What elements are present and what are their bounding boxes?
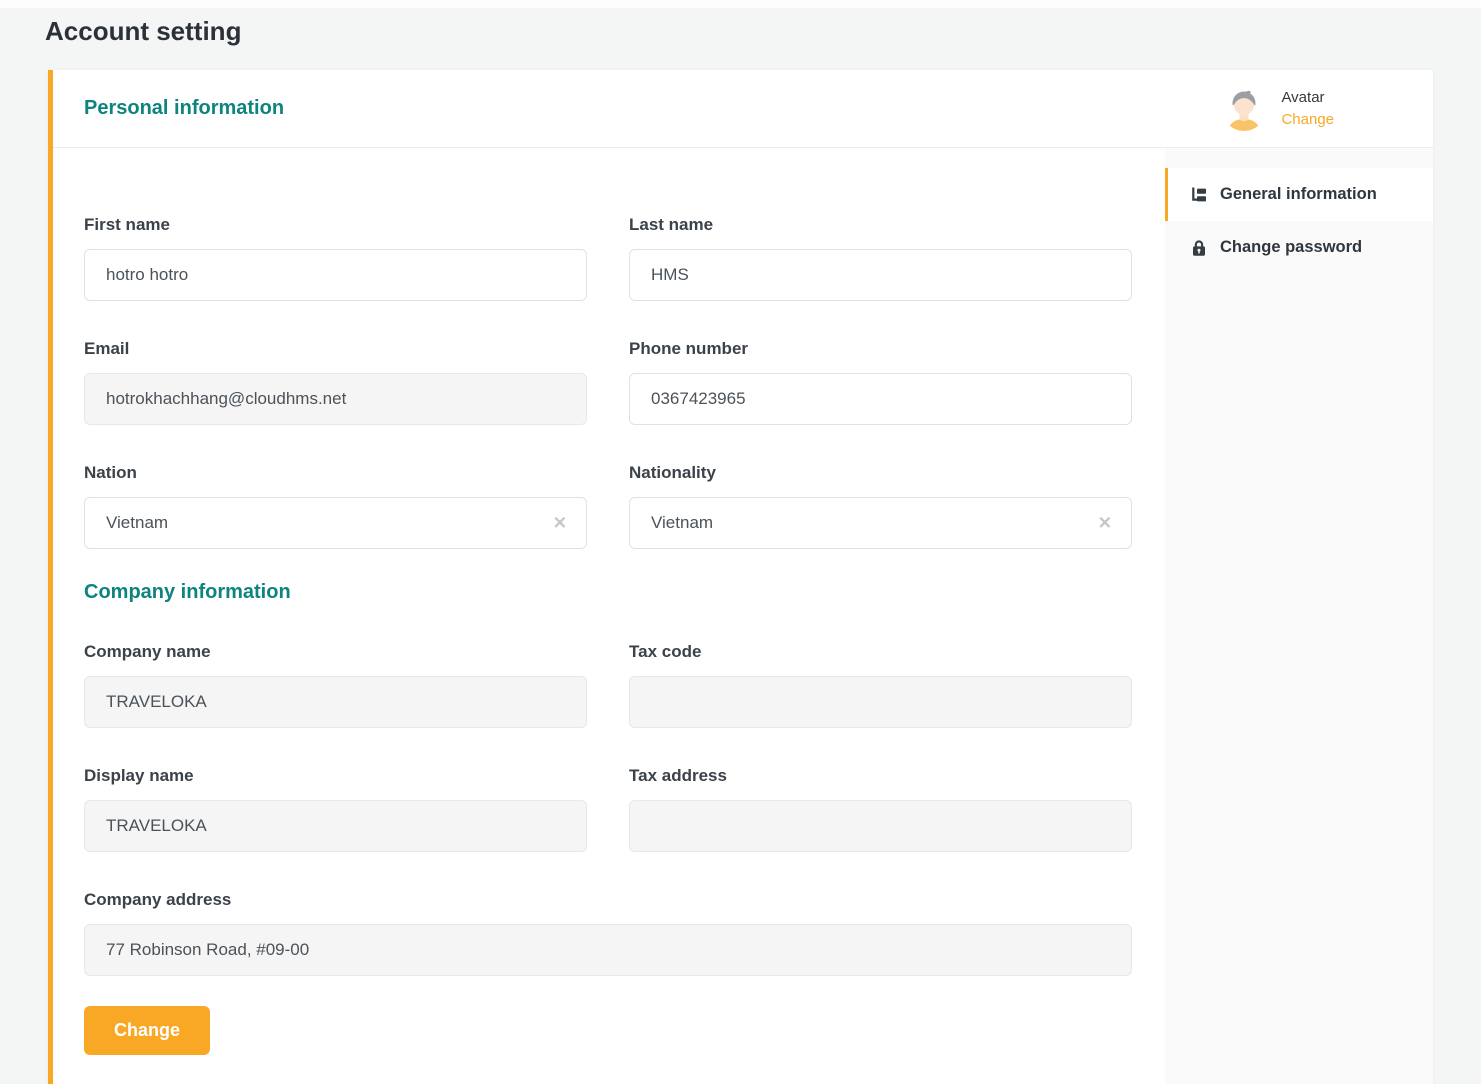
top-strip: [0, 0, 1481, 8]
nav-item-general-information[interactable]: General information: [1165, 168, 1433, 221]
tax-address-input: [629, 800, 1132, 852]
company-address-field-group: Company address: [84, 890, 1132, 976]
avatar-label: Avatar: [1281, 89, 1334, 106]
first-name-label: First name: [84, 215, 587, 235]
phone-label: Phone number: [629, 339, 1132, 359]
first-name-field-group: First name: [84, 215, 587, 301]
company-name-input: [84, 676, 587, 728]
company-address-label: Company address: [84, 890, 1132, 910]
avatar-change-link[interactable]: Change: [1281, 111, 1334, 128]
nation-label: Nation: [84, 463, 587, 483]
company-name-label: Company name: [84, 642, 587, 662]
last-name-label: Last name: [629, 215, 1132, 235]
form-row: Display name Tax address: [84, 766, 1132, 852]
email-label: Email: [84, 339, 587, 359]
settings-nav: General information Change password: [1165, 148, 1433, 1084]
tax-code-input: [629, 676, 1132, 728]
nav-item-label: Change password: [1220, 238, 1362, 257]
tax-address-label: Tax address: [629, 766, 1132, 786]
form-row: Company name Tax code: [84, 642, 1132, 728]
nationality-field-group: Nationality ✕: [629, 463, 1132, 549]
last-name-field-group: Last name: [629, 215, 1132, 301]
company-information-heading: Company information: [84, 581, 1132, 604]
nationality-input[interactable]: [629, 497, 1132, 549]
company-address-input: [84, 924, 1132, 976]
avatar: [1222, 87, 1266, 131]
display-name-field-group: Display name: [84, 766, 587, 852]
page-title: Account setting: [0, 8, 1481, 47]
first-name-input[interactable]: [84, 249, 587, 301]
card-header: Personal information Avatar Change: [53, 70, 1433, 148]
nationality-clear-icon[interactable]: ✕: [1098, 515, 1112, 532]
nationality-label: Nationality: [629, 463, 1132, 483]
nav-item-change-password[interactable]: Change password: [1165, 221, 1433, 274]
tree-icon: [1189, 185, 1209, 205]
last-name-input[interactable]: [629, 249, 1132, 301]
form-row: Company address: [84, 890, 1132, 976]
form-row: Email Phone number: [84, 339, 1132, 425]
display-name-label: Display name: [84, 766, 587, 786]
nation-field-group: Nation ✕: [84, 463, 587, 549]
phone-input[interactable]: [629, 373, 1132, 425]
phone-field-group: Phone number: [629, 339, 1132, 425]
avatar-block: Avatar Change: [1222, 87, 1402, 131]
email-field-group: Email: [84, 339, 587, 425]
email-input: [84, 373, 587, 425]
personal-information-heading: Personal information: [84, 97, 284, 120]
display-name-input: [84, 800, 587, 852]
company-name-field-group: Company name: [84, 642, 587, 728]
form-row: First name Last name: [84, 215, 1132, 301]
tax-code-label: Tax code: [629, 642, 1132, 662]
card-body: First name Last name Email: [53, 148, 1433, 1084]
nation-clear-icon[interactable]: ✕: [553, 515, 567, 532]
tax-address-field-group: Tax address: [629, 766, 1132, 852]
form-row: Nation ✕ Nationality ✕: [84, 463, 1132, 549]
nation-input[interactable]: [84, 497, 587, 549]
avatar-texts: Avatar Change: [1281, 89, 1334, 128]
change-button[interactable]: Change: [84, 1006, 210, 1055]
nav-item-label: General information: [1220, 185, 1377, 204]
account-setting-card: Personal information Avatar Change: [48, 70, 1433, 1084]
form-area: First name Last name Email: [53, 148, 1165, 1084]
lock-icon: [1189, 238, 1209, 258]
tax-code-field-group: Tax code: [629, 642, 1132, 728]
